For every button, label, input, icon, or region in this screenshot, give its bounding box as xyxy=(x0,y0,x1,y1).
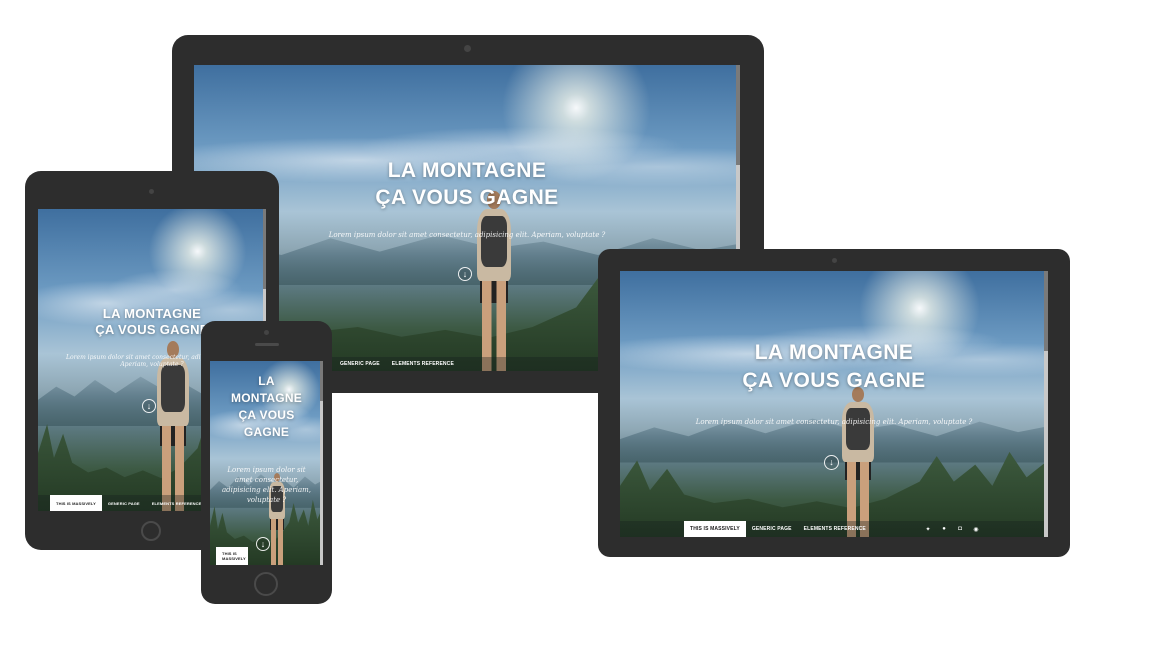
social-links: ✦ ● ◘ ◉ xyxy=(920,521,984,537)
phone-frame: LA MONTAGNE ÇA VOUS GAGNE Lorem ipsum do… xyxy=(201,321,332,604)
hero-title: LA MONTAGNE ÇA VOUS GAGNE xyxy=(742,341,926,392)
hero-subtitle: Lorem ipsum dolor sit amet consectetur, … xyxy=(328,231,606,239)
laptop-webcam xyxy=(832,258,837,263)
scrollbar[interactable] xyxy=(1044,271,1048,537)
arrow-down-circle-icon[interactable]: ↓ xyxy=(824,455,839,470)
tablet-camera xyxy=(149,189,154,194)
webcam xyxy=(464,45,471,52)
nav-item-elements-reference[interactable]: ELEMENTS REFERENCE xyxy=(146,495,208,511)
nav-item-elements-reference[interactable]: ELEMENTS REFERENCE xyxy=(798,521,872,537)
tablet-home-button[interactable] xyxy=(141,521,161,541)
phone-speaker xyxy=(255,343,279,346)
hiker-image xyxy=(836,387,880,537)
nav-item-generic-page[interactable]: GENERIC PAGE xyxy=(746,521,798,537)
instagram-icon[interactable]: ◘ xyxy=(952,526,968,532)
hero-subtitle: Lorem ipsum dolor sit amet consectetur, … xyxy=(221,466,311,504)
phone-camera xyxy=(264,330,269,335)
nav-item-this-is-massively[interactable]: THIS IS MASSIVELY xyxy=(216,547,248,565)
nav-item-this-is-massively[interactable]: THIS IS MASSIVELY xyxy=(50,495,102,511)
hero-title: LA MONTAGNE ÇA VOUS GAGNE xyxy=(230,374,303,439)
phone-screen: LA MONTAGNE ÇA VOUS GAGNE Lorem ipsum do… xyxy=(210,361,323,565)
nav-bar: THIS IS MASSIVELY GENERIC PAGE ELEMENTS … xyxy=(620,521,1048,537)
laptop-screen: LA MONTAGNE ÇA VOUS GAGNE Lorem ipsum do… xyxy=(620,271,1048,537)
laptop-frame: LA MONTAGNE ÇA VOUS GAGNE Lorem ipsum do… xyxy=(598,249,1070,557)
nav-item-generic-page[interactable]: GENERIC PAGE xyxy=(102,495,146,511)
nav-item-elements-reference[interactable]: ELEMENTS REFERENCE xyxy=(386,357,460,371)
phone-home-button[interactable] xyxy=(254,572,278,596)
nav-item-generic-page[interactable]: GENERIC PAGE xyxy=(334,357,386,371)
arrow-down-circle-icon[interactable]: ↓ xyxy=(458,267,472,281)
github-icon[interactable]: ◉ xyxy=(968,526,984,533)
nav-bar: THIS IS MASSIVELY xyxy=(210,547,323,565)
scrollbar[interactable] xyxy=(320,361,323,565)
hiker-image xyxy=(470,191,518,371)
twitter-icon[interactable]: ✦ xyxy=(920,526,936,533)
arrow-down-circle-icon[interactable]: ↓ xyxy=(142,399,156,413)
nav-item-this-is-massively[interactable]: THIS IS MASSIVELY xyxy=(684,521,746,537)
hero-subtitle: Lorem ipsum dolor sit amet consectetur, … xyxy=(695,418,973,426)
facebook-icon[interactable]: ● xyxy=(936,526,952,532)
